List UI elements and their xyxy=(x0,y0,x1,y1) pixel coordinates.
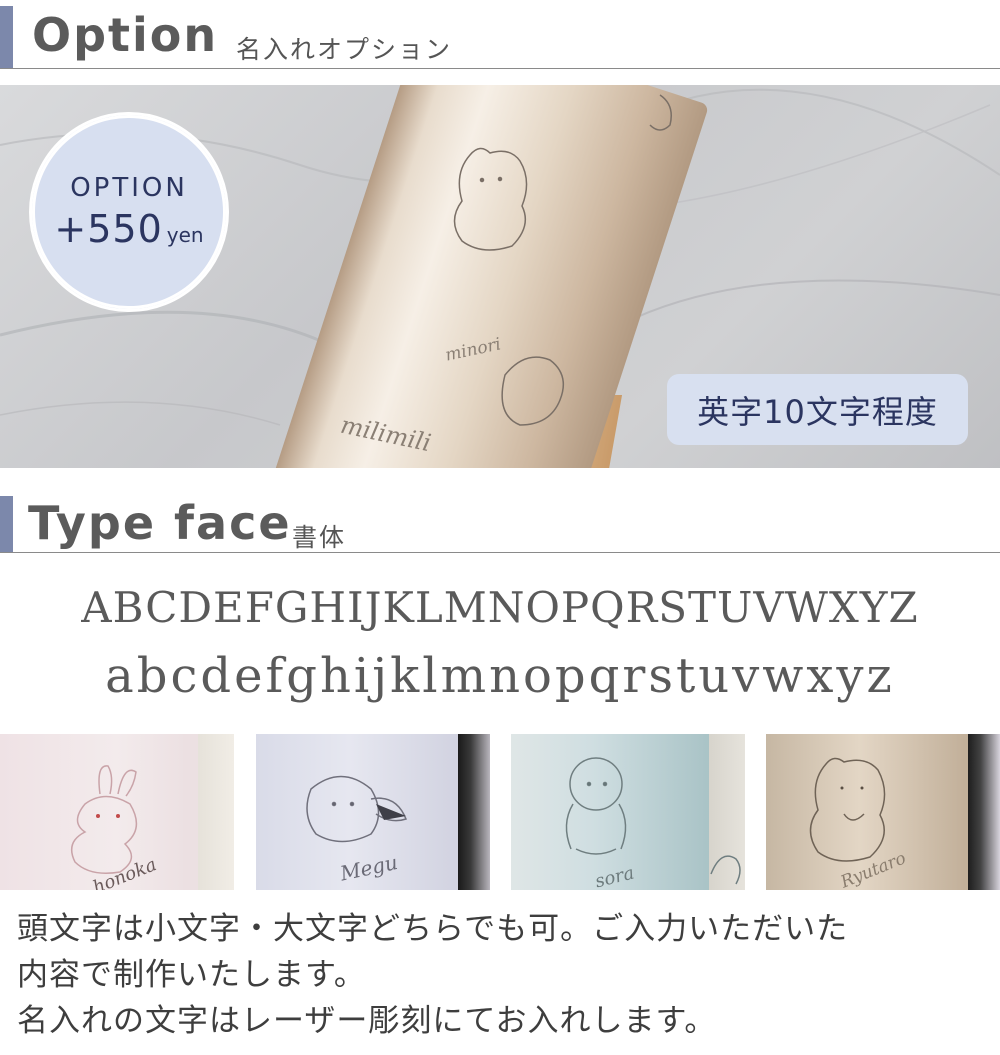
sample-thumbnail-honoka: honoka xyxy=(0,734,234,890)
badge-price-row: +550 yen xyxy=(54,207,203,251)
section-divider xyxy=(0,68,1000,69)
badge-price: +550 xyxy=(54,207,163,251)
sample-thumbnail-ryutaro: Ryutaro xyxy=(766,734,1000,890)
alphabet-uppercase: ABCDEFGHIJKLMNOPQRSTUVWXYZ xyxy=(81,583,919,632)
rabbit-icon xyxy=(70,765,138,874)
sample-thumbnail-megu: Megu xyxy=(256,734,490,890)
section-accent-bar xyxy=(0,496,13,552)
badge-label: OPTION xyxy=(70,173,188,203)
section-title: Type face xyxy=(28,496,292,550)
section-divider xyxy=(0,552,1000,553)
typeface-section-header: Type face 書体 xyxy=(0,490,1000,560)
engraving-notes: 頭文字は小文字・大文字どちらでも可。ご入力いただいた 内容で制作いたします。 名… xyxy=(17,906,997,1044)
option-section-header: Option 名入れオプション xyxy=(0,0,1000,70)
sample-thumbnail-sora: sora xyxy=(511,734,745,890)
section-accent-bar xyxy=(0,6,13,68)
option-price-badge: OPTION +550 yen xyxy=(29,112,229,312)
section-title: Option xyxy=(32,8,219,62)
note-line-2: 内容で制作いたします。 xyxy=(17,957,366,993)
note-line-1: 頭文字は小文字・大文字どちらでも可。ご入力いただいた xyxy=(17,911,849,947)
hero-photo: minori milimili OPTION +550 yen 英字10文字程度 xyxy=(0,85,1000,468)
note-line-3: 名入れの文字はレーザー彫刻にてお入れします。 xyxy=(17,1003,717,1039)
character-limit-pill: 英字10文字程度 xyxy=(667,374,968,445)
badge-unit: yen xyxy=(166,223,204,247)
section-subtitle: 書体 xyxy=(292,523,347,552)
alphabet-lowercase: abcdefghijklmnopqrstuvwxyz xyxy=(105,648,895,704)
section-subtitle: 名入れオプション xyxy=(236,35,453,64)
